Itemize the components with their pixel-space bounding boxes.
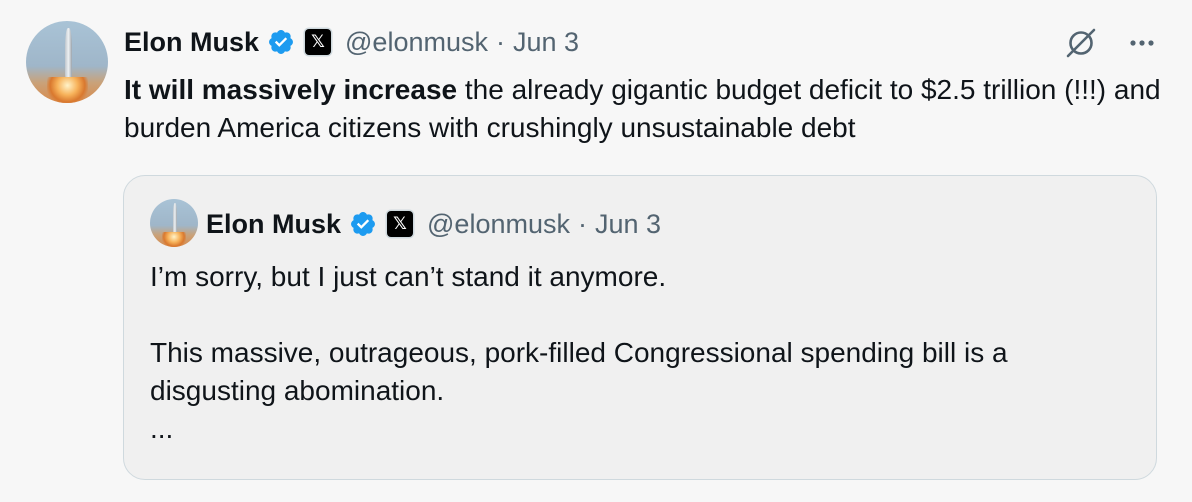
author-name[interactable]: Elon Musk xyxy=(124,27,259,58)
x-logo-icon[interactable]: 𝕏 xyxy=(305,29,332,55)
x-logo-icon[interactable]: 𝕏 xyxy=(387,211,414,237)
header-separator: · xyxy=(495,26,505,57)
quoted-header-separator: · xyxy=(577,208,587,239)
quoted-author-avatar[interactable] xyxy=(150,199,198,247)
tweet[interactable]: Elon Musk 𝕏 @elonmusk · Jun 3 It will ma… xyxy=(0,0,1192,502)
tweet-date[interactable]: Jun 3 xyxy=(513,27,579,58)
tweet-text: It will massively increase the already g… xyxy=(124,71,1164,147)
author-handle[interactable]: @elonmusk xyxy=(345,27,488,58)
quoted-paragraph: I’m sorry, but I just can’t stand it any… xyxy=(150,261,667,292)
quoted-ellipsis: ... xyxy=(150,413,174,444)
quoted-tweet-date[interactable]: Jun 3 xyxy=(595,209,661,240)
quoted-author-handle[interactable]: @elonmusk xyxy=(427,209,570,240)
verified-badge-icon[interactable] xyxy=(267,28,295,56)
grok-icon[interactable] xyxy=(1064,26,1098,60)
tweet-actions-top xyxy=(1064,26,1156,60)
quoted-paragraph: This massive, outrageous, pork-filled Co… xyxy=(150,337,1008,406)
tweet-text-bold: It will massively increase xyxy=(124,74,458,105)
verified-badge-icon[interactable] xyxy=(349,210,377,238)
more-options-icon[interactable] xyxy=(1128,29,1156,57)
quoted-tweet-text: I’m sorry, but I just can’t stand it any… xyxy=(150,258,1140,448)
quoted-author-name[interactable]: Elon Musk xyxy=(206,209,341,240)
quoted-tweet-header: Elon Musk 𝕏 @elonmusk · Jun 3 xyxy=(206,204,661,244)
author-avatar[interactable] xyxy=(26,21,108,103)
tweet-header: Elon Musk 𝕏 @elonmusk · Jun 3 xyxy=(124,22,579,62)
